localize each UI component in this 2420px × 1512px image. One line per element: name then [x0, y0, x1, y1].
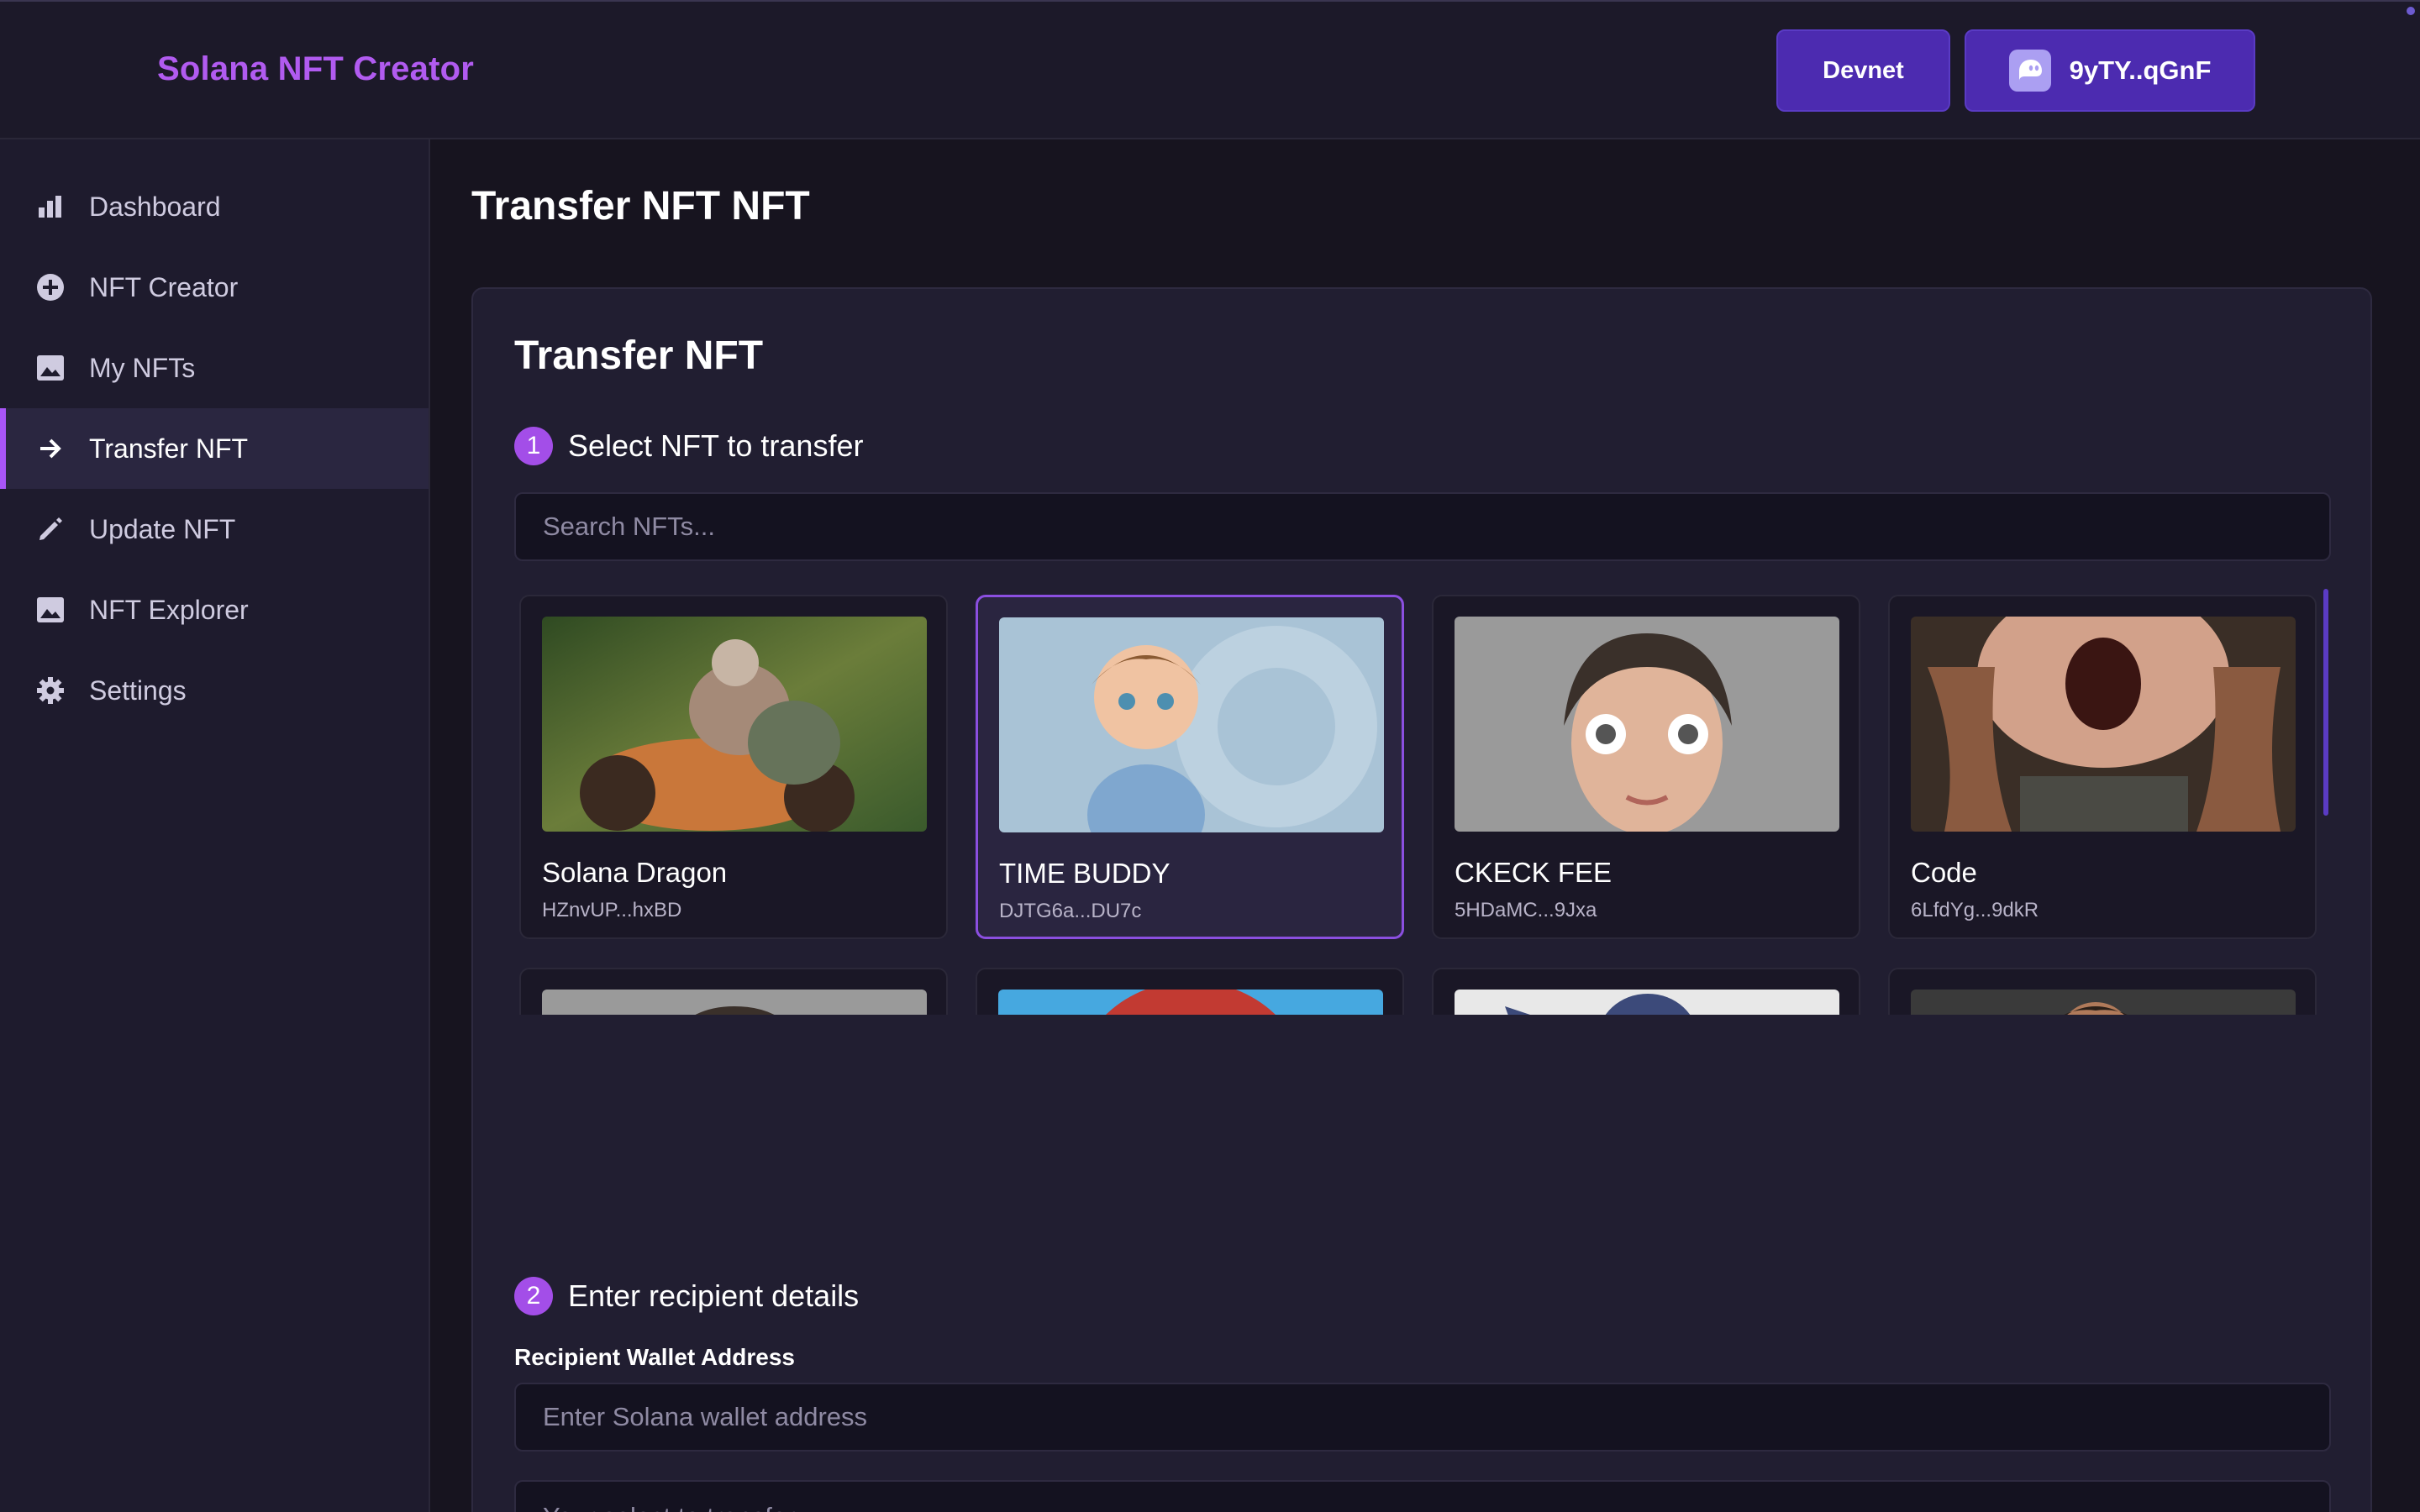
- phantom-ghost-icon: [2008, 50, 2051, 92]
- nft-card[interactable]: [1432, 968, 1860, 1015]
- nft-card[interactable]: Solana Dragon HZnvUP...hxBD: [519, 595, 948, 939]
- nft-name: Code: [1911, 857, 1977, 888]
- step-1-heading: 1 Select NFT to transfer: [514, 427, 863, 465]
- sidebar-item-transfer-nft[interactable]: Transfer NFT: [0, 408, 429, 489]
- sidebar-item-dashboard[interactable]: Dashboard: [0, 166, 429, 247]
- bar-chart-icon: [35, 192, 66, 222]
- app-root: Solana NFT Creator Devnet 9yTY..qGnF Das…: [0, 0, 2420, 1512]
- recipient-address-input[interactable]: [514, 1383, 2331, 1452]
- nft-thumbnail: [542, 990, 927, 1015]
- sidebar-item-my-nfts[interactable]: My NFTs: [0, 328, 429, 408]
- nft-card[interactable]: CKECK FEE 5HDaMC...9Jxa: [1432, 595, 1860, 939]
- page-title: Transfer NFT NFT: [471, 184, 810, 228]
- network-button[interactable]: Devnet: [1776, 29, 1950, 112]
- transfer-panel: Transfer NFT 1 Select NFT to transfer Se…: [471, 287, 2372, 1512]
- top-header: Solana NFT Creator Devnet 9yTY..qGnF: [0, 0, 2420, 139]
- nft-name: Solana Dragon: [542, 857, 728, 888]
- sidebar-item-settings[interactable]: Settings: [0, 650, 429, 731]
- search-input[interactable]: [514, 492, 2331, 561]
- pencil-icon: [35, 514, 66, 544]
- nft-thumbnail: [1455, 990, 1839, 1015]
- amount-placeholder: Your select to transfer: [543, 1502, 795, 1512]
- sidebar-item-label: Update NFT: [89, 513, 236, 544]
- nft-card[interactable]: [519, 968, 948, 1015]
- nft-card[interactable]: [976, 968, 1404, 1015]
- nft-thumbnail: [1911, 990, 2296, 1015]
- step-number-badge: 1: [514, 427, 553, 465]
- wallet-button[interactable]: 9yTY..qGnF: [1965, 29, 2255, 112]
- step-2-heading: 2 Enter recipient details: [514, 1277, 859, 1315]
- nft-card[interactable]: [1888, 968, 2317, 1015]
- grid-scrollbar[interactable]: [2323, 589, 2328, 816]
- brand-title[interactable]: Solana NFT Creator: [157, 50, 474, 88]
- nft-address: 5HDaMC...9Jxa: [1455, 899, 1597, 921]
- nft-name: TIME BUDDY: [999, 858, 1171, 889]
- sidebar-item-label: Transfer NFT: [89, 433, 249, 464]
- sidebar: Dashboard NFT Creator My NFTs Transfer N…: [0, 139, 430, 1512]
- nft-grid: Solana Dragon HZnvUP...hxBD TIME BUDDY D…: [519, 595, 2317, 1015]
- recipient-label: Recipient Wallet Address: [514, 1344, 796, 1370]
- sidebar-item-label: NFT Explorer: [89, 594, 249, 625]
- nft-address: 6LfdYg...9dkR: [1911, 899, 2039, 921]
- sidebar-item-label: NFT Creator: [89, 271, 239, 302]
- window-indicator-dot: [2407, 7, 2415, 15]
- wallet-address-label: 9yTY..qGnF: [2069, 55, 2212, 85]
- step-number-badge: 2: [514, 1277, 553, 1315]
- step-label: Select NFT to transfer: [568, 428, 864, 463]
- image-icon: [35, 353, 66, 383]
- sidebar-item-label: My NFTs: [89, 352, 196, 383]
- nft-thumbnail: [999, 617, 1384, 832]
- nft-address: HZnvUP...hxBD: [542, 899, 682, 921]
- nft-thumbnail: [542, 617, 927, 832]
- amount-input[interactable]: Your select to transfer: [514, 1480, 2331, 1512]
- nft-card-selected[interactable]: TIME BUDDY DJTG6a...DU7c: [976, 595, 1404, 939]
- sidebar-item-update-nft[interactable]: Update NFT: [0, 489, 429, 570]
- nft-address: DJTG6a...DU7c: [999, 900, 1142, 922]
- panel-title: Transfer NFT: [514, 333, 764, 378]
- nft-thumbnail: [1911, 617, 2296, 832]
- sidebar-item-nft-creator[interactable]: NFT Creator: [0, 247, 429, 328]
- plus-circle-icon: [35, 272, 66, 302]
- nft-name: CKECK FEE: [1455, 857, 1612, 888]
- arrow-right-icon: [35, 433, 66, 464]
- sidebar-item-label: Settings: [89, 675, 187, 706]
- sidebar-item-label: Dashboard: [89, 191, 221, 222]
- nft-thumbnail: [1455, 617, 1839, 832]
- nft-card[interactable]: Code 6LfdYg...9dkR: [1888, 595, 2317, 939]
- gear-icon: [35, 675, 66, 706]
- image-icon: [35, 595, 66, 625]
- nft-thumbnail: [998, 990, 1383, 1015]
- sidebar-item-nft-explorer[interactable]: NFT Explorer: [0, 570, 429, 650]
- step-label: Enter recipient details: [568, 1278, 860, 1313]
